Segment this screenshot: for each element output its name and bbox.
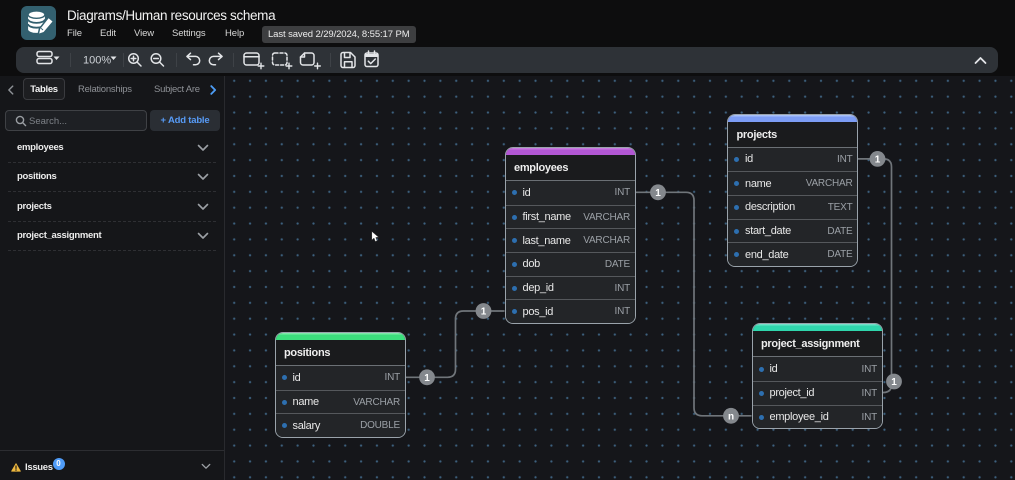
svg-text:1: 1 [891, 377, 897, 388]
svg-text:1: 1 [655, 188, 661, 199]
svg-text:n: n [728, 411, 734, 422]
svg-text:100%: 100% [83, 55, 111, 67]
svg-text:1: 1 [424, 373, 430, 384]
svg-text:1: 1 [481, 307, 487, 318]
svg-text:1: 1 [875, 154, 881, 165]
